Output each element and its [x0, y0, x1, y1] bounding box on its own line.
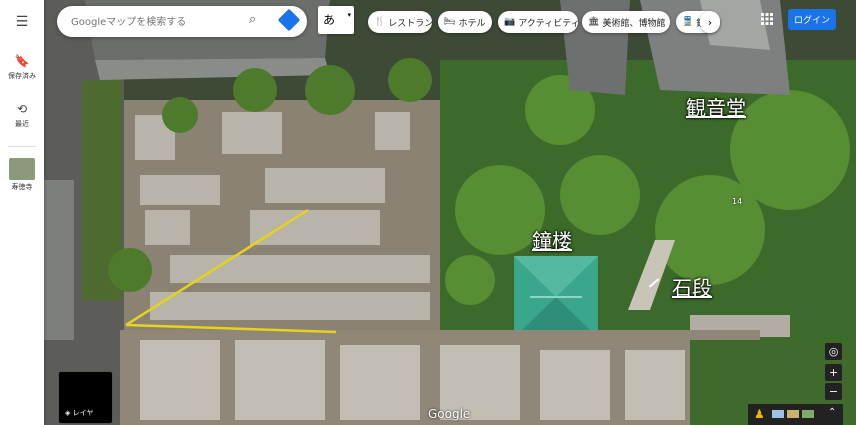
login-button[interactable]: ログイン — [788, 9, 836, 30]
label-kannondo: 観音堂 — [686, 96, 746, 120]
place-thumbnail — [9, 158, 35, 180]
ime-toggle[interactable]: あ ▾ — [318, 6, 354, 34]
recent-place-button[interactable]: 寿徳寺 — [0, 158, 44, 192]
chip-museums[interactable]: 🏛 美術館、博物館 — [582, 11, 670, 33]
bookmark-icon: 🔖 — [14, 54, 30, 68]
layers-icon: ◈ — [65, 409, 71, 417]
ime-label: あ — [323, 13, 336, 27]
search-input[interactable] — [69, 12, 243, 33]
plus-icon: + — [828, 366, 839, 379]
menu-icon[interactable]: ☰ — [0, 14, 44, 30]
zoom-in-button[interactable]: + — [825, 364, 842, 381]
my-location-button[interactable]: ◎ — [825, 343, 842, 360]
minus-icon: − — [828, 385, 839, 398]
left-rail: ☰ 🔖 保存済み ⟲ 最近 寿徳寺 — [0, 0, 44, 425]
chip-label: 美術館、博物館 — [602, 18, 666, 29]
directions-icon[interactable] — [277, 8, 301, 32]
location-icon: ◎ — [828, 345, 839, 358]
history-icon: ⟲ — [16, 102, 28, 116]
zoom-out-button[interactable]: − — [825, 383, 842, 400]
layer-text: レイヤ — [72, 409, 94, 417]
recent-button[interactable]: ⟲ 最近 — [0, 98, 44, 129]
search-box: ⌕ — [57, 6, 307, 37]
chip-restaurant[interactable]: 🍴 レストラン — [368, 11, 432, 33]
saved-button[interactable]: 🔖 保存済み — [0, 50, 44, 81]
satellite-map[interactable] — [0, 0, 856, 425]
map-number-label: 14 — [732, 197, 743, 206]
saved-label: 保存済み — [8, 72, 36, 80]
label-shoro: 鐘楼 — [532, 229, 572, 253]
imagery-thumb-2[interactable] — [787, 410, 799, 418]
imagery-thumb-1[interactable] — [772, 410, 784, 418]
chevron-down-icon: ▾ — [347, 11, 351, 19]
google-logo: Google — [428, 407, 471, 421]
train-icon: 🚆 — [682, 17, 694, 27]
bed-icon: 🛏 — [444, 17, 456, 27]
chip-activities[interactable]: 📷 アクティビティ — [498, 11, 578, 33]
chevron-right-icon[interactable]: › — [700, 11, 720, 33]
apps-grid-icon[interactable] — [760, 12, 774, 26]
camera-icon: 📷 — [504, 17, 516, 27]
layer-toggle[interactable]: ◈ レイヤ — [58, 371, 113, 424]
label-ishidan: 石段 — [672, 276, 712, 300]
fork-knife-icon: 🍴 — [374, 17, 386, 27]
bottom-toolbar: ♟ ⌃ — [748, 404, 843, 425]
chip-label: アクティビティ — [518, 18, 578, 29]
expand-icon[interactable]: ⌃ — [828, 407, 836, 418]
rail-divider — [8, 146, 36, 147]
chip-hotel[interactable]: 🛏 ホテル — [438, 11, 492, 33]
chip-label: レストラン — [388, 18, 432, 29]
museum-icon: 🏛 — [588, 17, 600, 27]
layer-label: ◈ レイヤ — [65, 408, 93, 418]
chip-label: ホテル — [458, 18, 486, 29]
pegman-icon[interactable]: ♟ — [754, 407, 765, 421]
search-icon[interactable]: ⌕ — [249, 12, 256, 27]
recent-label: 最近 — [15, 120, 29, 128]
recent-place-label: 寿徳寺 — [11, 183, 33, 191]
imagery-thumb-3[interactable] — [802, 410, 814, 418]
